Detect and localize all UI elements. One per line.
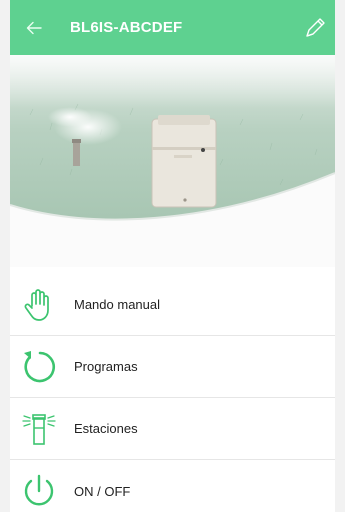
- menu-item-stations[interactable]: Estaciones: [10, 398, 335, 460]
- menu-label-stations: Estaciones: [74, 421, 138, 436]
- device-title: BL6IS-ABCDEF: [70, 19, 183, 36]
- menu-label-manual: Mando manual: [74, 297, 160, 312]
- pencil-icon[interactable]: [301, 14, 329, 42]
- menu-item-programs[interactable]: Programas: [10, 336, 335, 398]
- arrow-left-icon[interactable]: [26, 21, 42, 35]
- hand-icon: [24, 288, 49, 321]
- hero-image: [10, 55, 335, 267]
- app-header: BL6IS-ABCDEF: [10, 0, 335, 55]
- menu-label-on-off: ON / OFF: [74, 483, 131, 499]
- app-screen: BL6IS-ABCDEF Mando manual Programas Esta…: [0, 0, 345, 512]
- menu-item-manual[interactable]: Mando manual: [10, 274, 335, 336]
- power-icon: [24, 474, 54, 506]
- menu-label-programs: Programas: [74, 359, 138, 374]
- menu-item-on-off[interactable]: ON / OFF: [10, 460, 335, 512]
- main-menu: Mando manual Programas Estaciones ON / O…: [10, 274, 335, 512]
- sprinkler-station-icon: [22, 413, 56, 445]
- circular-arrow-icon: [24, 350, 56, 382]
